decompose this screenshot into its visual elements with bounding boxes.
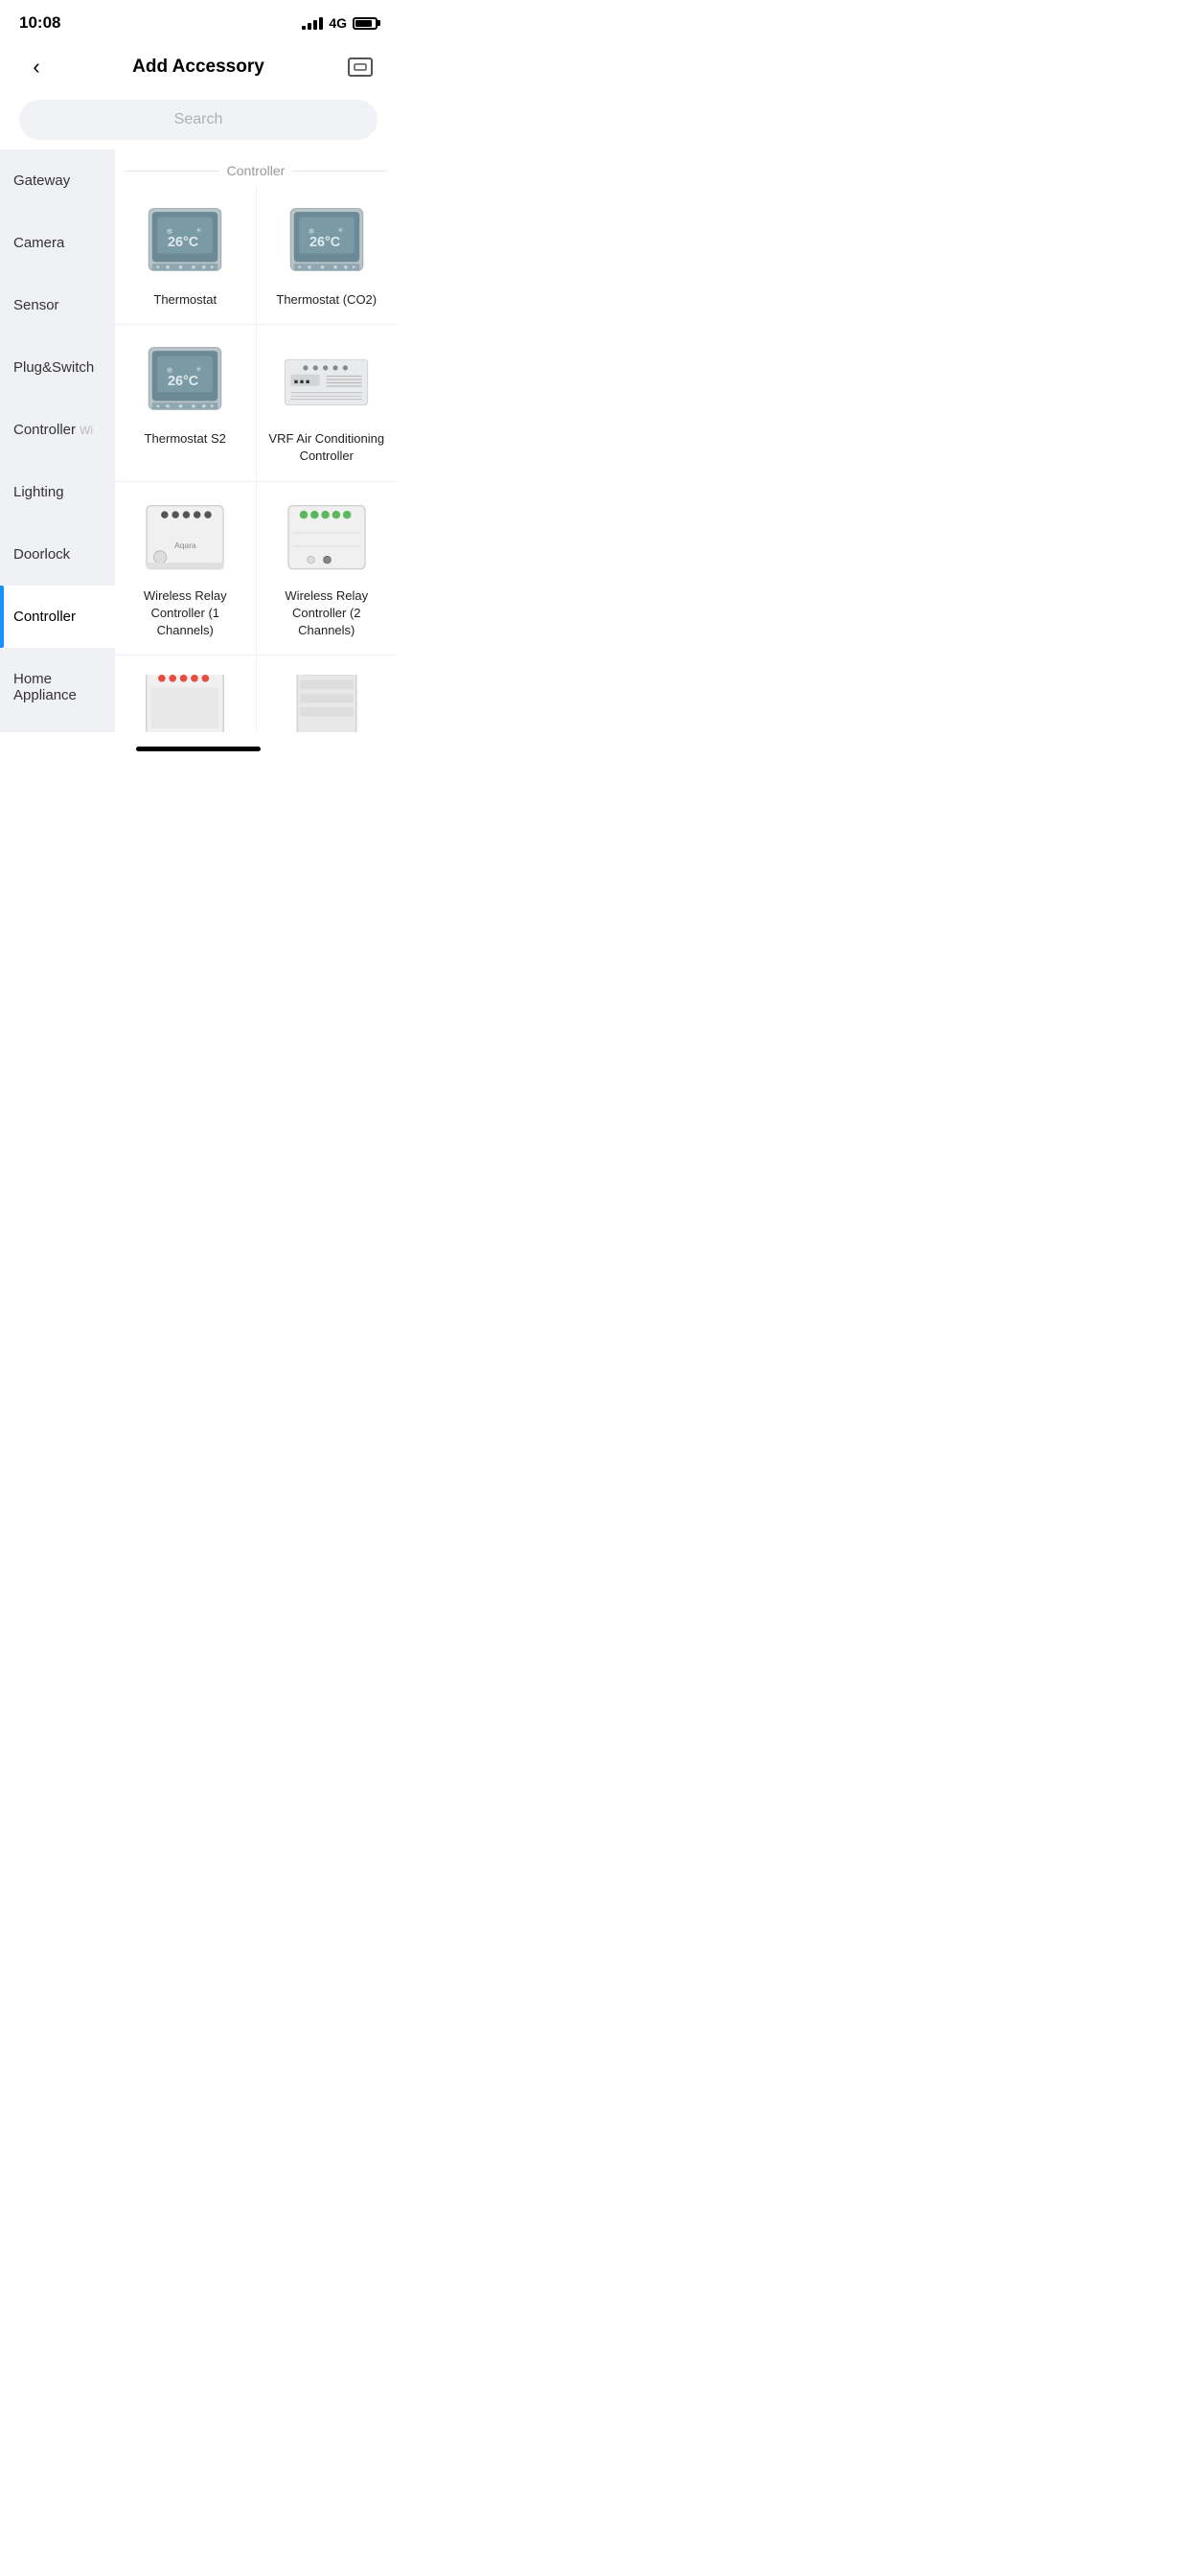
sidebar-label-plug-switch: Plug&Switch	[13, 359, 94, 376]
thermostat-label: Thermostat	[153, 291, 217, 309]
sidebar-label-controller: Controller	[13, 609, 76, 625]
signal-bars	[302, 17, 323, 30]
svg-text:☀: ☀	[337, 226, 344, 235]
signal-bar-3	[313, 20, 317, 30]
header: ‹ Add Accessory	[0, 40, 397, 94]
relay-1ch-device-icon: Aqara	[142, 501, 228, 578]
products-grid: ❄ ☀ 26°C	[115, 186, 397, 732]
scan-icon	[348, 58, 373, 77]
partial-1-device-icon	[142, 675, 228, 732]
battery-icon	[353, 17, 378, 30]
page-title: Add Accessory	[132, 57, 264, 78]
thermostat-device-icon: ❄ ☀ 26°C	[142, 205, 228, 282]
sidebar-item-camera[interactable]: Camera	[0, 212, 115, 274]
svg-text:26°C: 26°C	[309, 235, 340, 250]
svg-text:☀: ☀	[195, 365, 202, 374]
partial-2-device-icon	[284, 675, 370, 732]
back-chevron-icon: ‹	[33, 55, 39, 80]
signal-bar-4	[319, 17, 323, 30]
sidebar-item-home-appliance[interactable]: Home Appliance	[0, 648, 115, 726]
signal-bar-1	[302, 26, 306, 30]
sidebar-label-controller-wi: Controller	[13, 422, 76, 438]
signal-bar-2	[308, 23, 311, 30]
products-area: Controller ❄ ☀	[115, 150, 397, 732]
partial-2-image	[279, 675, 375, 732]
network-type: 4G	[329, 15, 347, 31]
section-header-controller: Controller	[115, 150, 397, 186]
thermostat-s2-label: Thermostat S2	[145, 430, 226, 448]
back-button[interactable]: ‹	[19, 50, 54, 84]
vrf-ac-label: VRF Air Conditioning Controller	[266, 430, 388, 465]
thermostat-s2-device-icon: ❄ ☀ 26°C	[142, 344, 228, 421]
search-bar[interactable]: Search	[19, 100, 378, 140]
sidebar-label-sensor: Sensor	[13, 297, 59, 313]
relay-1ch-label: Wireless Relay Controller (1 Channels)	[125, 587, 246, 640]
relay-2ch-image	[279, 501, 375, 578]
relay-2ch-label: Wireless Relay Controller (2 Channels)	[266, 587, 388, 640]
svg-text:■ ■ ■: ■ ■ ■	[294, 379, 309, 385]
vrf-ac-image: ■ ■ ■	[279, 344, 375, 421]
svg-text:26°C: 26°C	[168, 235, 198, 250]
product-thermostat-s2[interactable]: ❄ ☀ 26°C Thermostat S2	[115, 325, 256, 480]
product-thermostat[interactable]: ❄ ☀ 26°C	[115, 186, 256, 324]
sidebar-label-camera: Camera	[13, 235, 64, 251]
search-container: Search	[0, 94, 397, 150]
product-vrf-ac[interactable]: ■ ■ ■ VRF Air Conditioning Controller	[257, 325, 398, 480]
sidebar-item-controller-wi[interactable]: Controller Wi	[0, 399, 115, 461]
product-partial-1[interactable]	[115, 656, 256, 732]
home-indicator	[136, 747, 261, 751]
product-relay-1ch[interactable]: Aqara Wireless Relay Controller (1 Chann…	[115, 482, 256, 656]
sidebar-item-gateway[interactable]: Gateway	[0, 150, 115, 212]
main-content: Gateway Camera Sensor Plug&Switch Contro…	[0, 150, 397, 732]
thermostat-s2-image: ❄ ☀ 26°C	[137, 344, 233, 421]
svg-text:☀: ☀	[195, 226, 202, 235]
battery-fill	[355, 20, 372, 27]
svg-text:26°C: 26°C	[168, 374, 198, 389]
product-partial-2[interactable]	[257, 656, 398, 732]
sidebar-label-doorlock: Doorlock	[13, 546, 70, 563]
sidebar: Gateway Camera Sensor Plug&Switch Contro…	[0, 150, 115, 732]
sidebar-item-controller[interactable]: Controller	[0, 586, 115, 648]
sidebar-label-wi: Wi	[80, 424, 93, 437]
thermostat-co2-device-icon: ❄ ☀ 26°C	[284, 205, 370, 282]
svg-text:Aqara: Aqara	[174, 540, 196, 550]
status-bar: 10:08 4G	[0, 0, 397, 40]
vrf-device-icon: ■ ■ ■	[281, 349, 372, 416]
sidebar-label-gateway: Gateway	[13, 172, 70, 189]
status-right: 4G	[302, 15, 378, 31]
sidebar-item-lighting[interactable]: Lighting	[0, 461, 115, 523]
product-thermostat-co2[interactable]: ❄ ☀ 26°C Thermostat (CO2)	[257, 186, 398, 324]
scan-button[interactable]	[343, 50, 378, 84]
thermostat-image: ❄ ☀ 26°C	[137, 205, 233, 282]
sidebar-item-doorlock[interactable]: Doorlock	[0, 523, 115, 586]
product-relay-2ch[interactable]: Wireless Relay Controller (2 Channels)	[257, 482, 398, 656]
thermostat-co2-label: Thermostat (CO2)	[276, 291, 377, 309]
status-time: 10:08	[19, 13, 60, 33]
relay-2ch-device-icon	[284, 501, 370, 578]
sidebar-item-plug-switch[interactable]: Plug&Switch	[0, 336, 115, 399]
sidebar-label-lighting: Lighting	[13, 484, 64, 500]
sidebar-label-home-appliance: Home Appliance	[13, 671, 77, 703]
thermostat-co2-image: ❄ ☀ 26°C	[279, 205, 375, 282]
partial-1-image	[137, 675, 233, 732]
sidebar-item-sensor[interactable]: Sensor	[0, 274, 115, 336]
section-header-label: Controller	[227, 163, 286, 178]
relay-1ch-image: Aqara	[137, 501, 233, 578]
search-placeholder: Search	[174, 111, 223, 128]
